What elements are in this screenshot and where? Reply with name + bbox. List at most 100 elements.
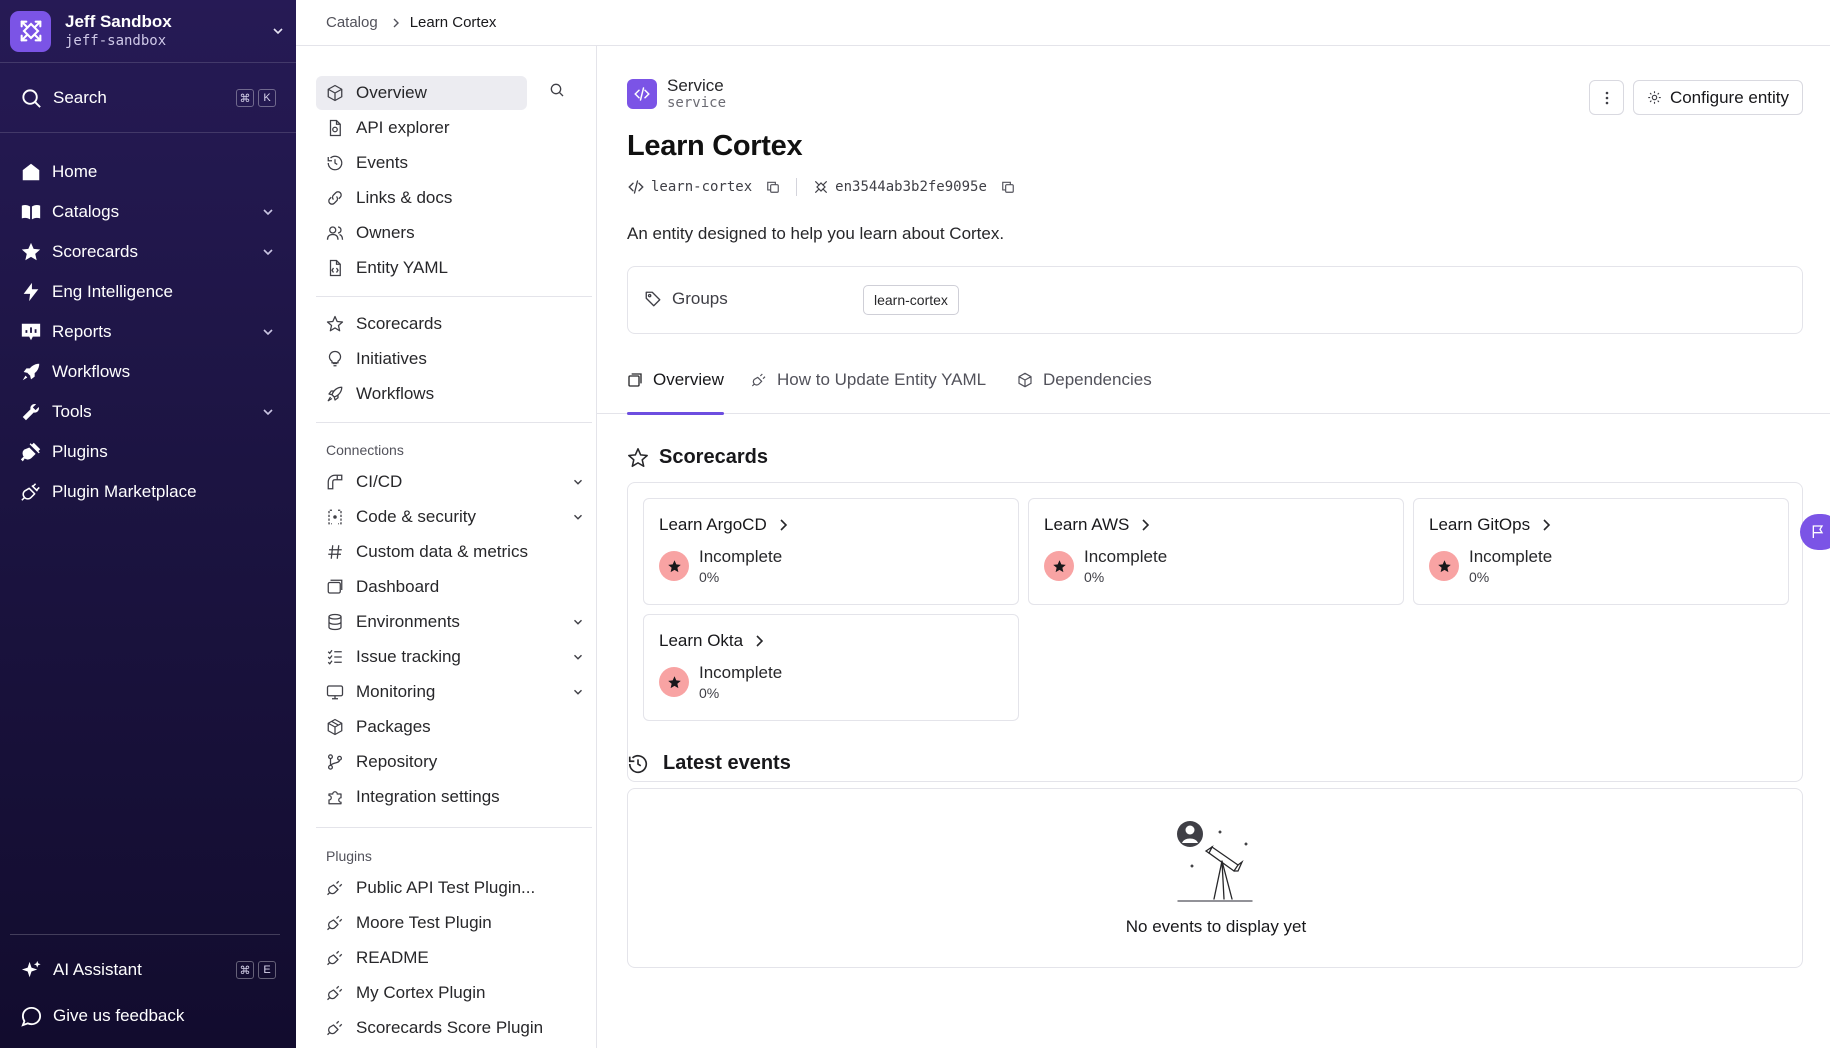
subnav-item-repository[interactable]: Repository — [316, 745, 591, 779]
subnav-item-plugin[interactable]: Public API Test Plugin... — [316, 871, 591, 905]
nav-item-catalogs[interactable]: Catalogs — [20, 192, 276, 232]
tab-label: Dependencies — [1043, 370, 1152, 389]
subnav-item-owners[interactable]: Owners — [316, 216, 527, 250]
scorecard-name: Learn AWS — [1044, 515, 1130, 534]
history-icon — [327, 155, 343, 171]
subnav-item-label: Overview — [356, 83, 427, 102]
breadcrumb-parent-link[interactable]: Catalog — [326, 14, 378, 31]
subnav-item-label: Moore Test Plugin — [356, 913, 492, 932]
kbd-key: ⌘ — [236, 89, 254, 107]
subnav-item-initiatives[interactable]: Initiatives — [316, 342, 527, 376]
chevron-down-icon — [263, 209, 273, 216]
subnav-item-issue-tracking[interactable]: Issue tracking — [316, 640, 591, 674]
scorecard-card[interactable]: Learn Okta Incomplete 0% — [643, 614, 1019, 721]
tag-icon — [645, 291, 661, 307]
nav-item-label: Plugins — [52, 442, 108, 461]
tab-label: Overview — [653, 370, 724, 389]
scorecards-heading: Scorecards — [627, 446, 768, 469]
ai-assistant-button[interactable]: AI Assistant ⌘ E — [20, 956, 276, 984]
subnav-item-custom-data-metrics[interactable]: Custom data & metrics — [316, 535, 591, 569]
nav-item-scorecards[interactable]: Scorecards — [20, 232, 276, 272]
history-icon — [628, 754, 648, 773]
document-icon — [329, 119, 341, 137]
scorecard-status: Incomplete — [1469, 547, 1553, 566]
rocket-outline-icon — [327, 386, 343, 402]
nav-item-label: Eng Intelligence — [52, 282, 173, 301]
feedback-flag-button[interactable] — [1800, 514, 1830, 550]
star-badge-icon — [1429, 551, 1459, 581]
kbd-key: K — [258, 89, 276, 107]
nav-item-workflows[interactable]: Workflows — [20, 352, 276, 392]
chevron-right-icon — [756, 635, 764, 647]
tab-dependencies[interactable]: Dependencies — [1017, 346, 1152, 414]
scorecard-card[interactable]: Learn GitOps Incomplete 0% — [1413, 498, 1789, 605]
checklist-icon — [327, 649, 342, 665]
search-icon[interactable] — [549, 82, 565, 98]
nav-item-plugins[interactable]: Plugins — [20, 432, 276, 472]
latest-events-heading: Latest events — [627, 752, 791, 775]
copy-icon[interactable] — [766, 180, 780, 194]
feedback-label: Give us feedback — [53, 1006, 185, 1025]
kbd-key: E — [258, 961, 276, 979]
chevron-down-icon — [263, 249, 273, 256]
global-search-button[interactable]: Search ⌘ K — [20, 84, 276, 112]
subnav-item-dashboard[interactable]: Dashboard — [316, 570, 591, 604]
puzzle-icon — [328, 791, 342, 805]
chevron-down-icon — [574, 479, 582, 485]
book-icon — [21, 204, 41, 220]
tab-overview[interactable]: Overview — [627, 346, 724, 415]
subnav-item-events[interactable]: Events — [316, 146, 527, 180]
entity-description: An entity designed to help you learn abo… — [627, 224, 1005, 243]
chevron-right-icon — [1543, 519, 1551, 531]
scorecard-status: Incomplete — [1084, 547, 1168, 566]
nav-item-tools[interactable]: Tools — [20, 392, 276, 432]
scorecard-card[interactable]: Learn ArgoCD Incomplete 0% — [643, 498, 1019, 605]
subnav-item-workflows[interactable]: Workflows — [316, 377, 527, 411]
subnav-item-api-explorer[interactable]: API explorer — [316, 111, 527, 145]
more-actions-button[interactable] — [1589, 80, 1624, 115]
nav-item-reports[interactable]: Reports — [20, 312, 276, 352]
divider — [10, 934, 280, 935]
plug-outline-icon — [327, 1020, 343, 1036]
nav-item-label: Workflows — [52, 362, 131, 381]
configure-entity-button[interactable]: Configure entity — [1633, 80, 1803, 115]
subnav-item-plugin[interactable]: My Cortex Plugin — [316, 976, 591, 1010]
rocket-icon — [22, 363, 40, 381]
chevron-right-icon — [780, 519, 787, 531]
subnav-item-cicd[interactable]: CI/CD — [316, 465, 591, 499]
copy-icon[interactable] — [1001, 180, 1015, 194]
subnav-item-label: Custom data & metrics — [356, 542, 528, 561]
subnav-item-plugin[interactable]: Scorecards Score Plugin — [316, 1011, 591, 1045]
scorecard-card[interactable]: Learn AWS Incomplete 0% — [1028, 498, 1404, 605]
lightning-icon — [23, 282, 39, 302]
subnav-item-monitoring[interactable]: Monitoring — [316, 675, 591, 709]
give-feedback-button[interactable]: Give us feedback — [20, 1002, 276, 1030]
tab-how-to-update-entity-yaml[interactable]: How to Update Entity YAML — [751, 346, 986, 414]
groups-label-row: Groups — [644, 289, 728, 309]
window-icon — [628, 373, 642, 387]
nav-item-home[interactable]: Home — [20, 152, 276, 192]
subnav-item-plugin[interactable]: README — [316, 941, 591, 975]
subnav-item-code-security[interactable]: Code & security — [316, 500, 591, 534]
subnav-item-label: My Cortex Plugin — [356, 983, 486, 1002]
subnav-item-packages[interactable]: Packages — [316, 710, 591, 744]
star-icon — [21, 242, 41, 261]
latest-events-panel: No events to display yet — [627, 788, 1803, 968]
subnav-item-environments[interactable]: Environments — [316, 605, 591, 639]
nav-item-eng-intelligence[interactable]: Eng Intelligence — [20, 272, 276, 312]
workspace-switcher[interactable]: Jeff Sandbox jeff-sandbox — [10, 9, 286, 53]
nav-item-label: Tools — [52, 402, 92, 421]
subnav-item-label: Initiatives — [356, 349, 427, 368]
subnav-item-entity-yaml[interactable]: Entity YAML — [316, 251, 527, 285]
subnav-item-scorecards[interactable]: Scorecards — [316, 307, 527, 341]
subnav-item-plugin[interactable]: Moore Test Plugin — [316, 906, 591, 940]
tab-label: How to Update Entity YAML — [777, 370, 987, 389]
subnav-item-overview[interactable]: Overview — [316, 76, 527, 110]
subnav-item-integration-settings[interactable]: Integration settings — [316, 780, 591, 814]
subnav-item-label: Public API Test Plugin... — [356, 878, 536, 897]
nav-item-plugin-marketplace[interactable]: Plugin Marketplace — [20, 472, 276, 512]
pipeline-icon — [327, 474, 343, 490]
users-icon — [326, 226, 344, 240]
group-tag[interactable]: learn-cortex — [863, 285, 959, 315]
subnav-item-links-docs[interactable]: Links & docs — [316, 181, 527, 215]
